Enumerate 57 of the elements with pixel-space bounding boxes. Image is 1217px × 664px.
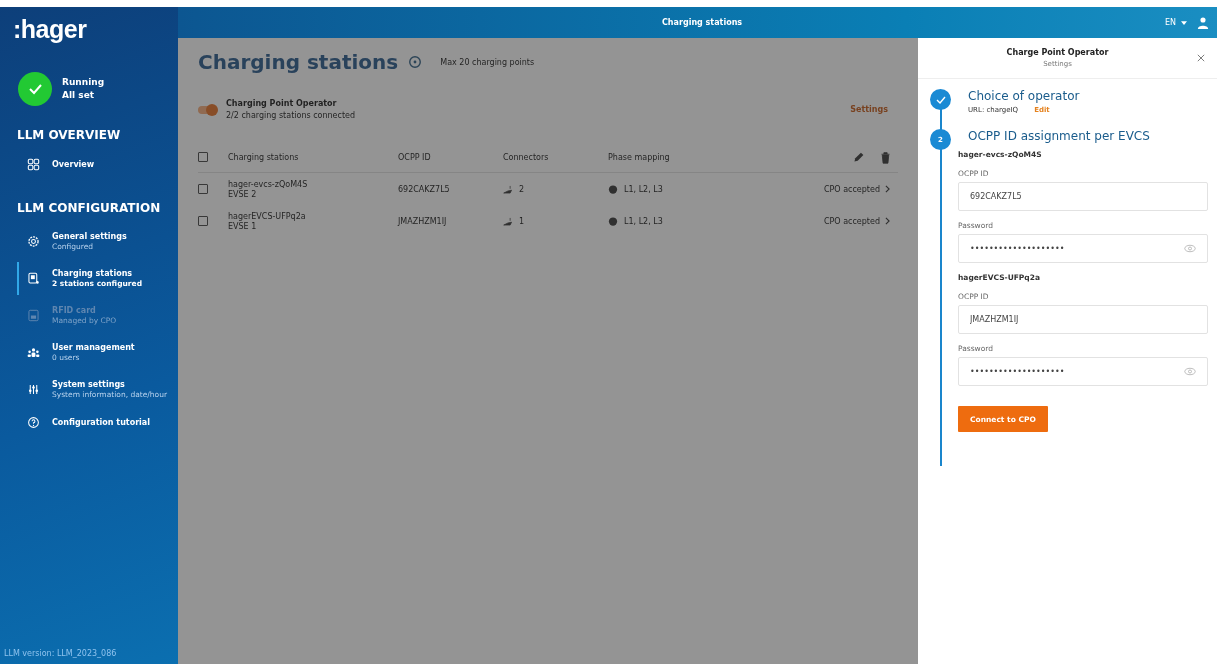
table-cell: 2	[519, 184, 525, 194]
checkbox[interactable]	[198, 152, 208, 162]
toggle-switch[interactable]	[198, 105, 216, 114]
column-header: Charging stations	[228, 152, 300, 162]
column-header: Phase mapping	[608, 152, 671, 162]
ocpp-id-field[interactable]: 692CAKZ7L5	[958, 182, 1208, 211]
evse-label: EVSE 2	[228, 189, 258, 199]
grid-icon	[27, 158, 40, 171]
status-title: Running	[62, 76, 105, 89]
nav-item[interactable]: Overview	[0, 150, 178, 179]
nav-item[interactable]: Configuration tutorial	[0, 408, 178, 437]
delete-icon[interactable]	[879, 150, 892, 164]
section-heading: LLM CONFIGURATION	[17, 201, 161, 215]
charger-icon	[27, 272, 40, 285]
logo: :hager	[13, 15, 87, 44]
station-name: hagerEVCS-UFPq2a	[228, 211, 307, 221]
password-field[interactable]: ••••••••••••••••••••	[958, 357, 1208, 386]
table-cell-text: JMAZHZM1IJ	[398, 216, 448, 226]
table-cell: L1, L2, L3	[624, 216, 663, 226]
table-cell: 1	[519, 216, 525, 226]
users-icon	[27, 346, 40, 359]
panel-title: Charge Point Operator	[1006, 48, 1109, 57]
language-selector[interactable]: EN	[1164, 18, 1187, 27]
card-icon	[27, 309, 40, 322]
table-cell: L1, L2, L3	[624, 184, 663, 194]
checkbox[interactable]	[198, 216, 208, 226]
check-circle-icon	[18, 72, 52, 106]
status-subtitle: All set	[62, 89, 96, 102]
password-field[interactable]: ••••••••••••••••••••	[958, 234, 1208, 263]
phase-icon	[608, 216, 618, 226]
edit-icon[interactable]	[852, 150, 865, 164]
column-header: Connectors	[503, 152, 550, 162]
operator-name: Charging Point Operator	[226, 99, 338, 108]
checkbox[interactable]	[198, 184, 208, 194]
step-title: Choice of operator	[968, 89, 1081, 103]
column-header: OCPP ID	[398, 152, 432, 162]
phase-icon	[608, 184, 618, 194]
gear-icon	[27, 235, 40, 248]
chevron-icon[interactable]	[885, 185, 890, 193]
page-title: Charging stations	[662, 18, 743, 27]
sliders-icon	[27, 383, 40, 396]
step-title: OCPP ID assignment per EVCS	[968, 129, 1151, 143]
close-icon[interactable]	[1197, 54, 1205, 62]
station-name: hager-evcs-zQoM4S	[228, 179, 309, 189]
status-label: CPO accepted	[823, 216, 880, 226]
user-icon[interactable]	[1197, 16, 1209, 29]
page-heading: Charging stations	[198, 50, 399, 74]
chevron-icon[interactable]	[885, 217, 890, 225]
evse-label: EVSE 1	[228, 221, 258, 231]
status-label: CPO accepted	[823, 184, 880, 194]
ocpp-id-field[interactable]: JMAZHZM1IJ	[958, 305, 1208, 334]
max-note: Max 20 charging points	[440, 57, 535, 67]
version-label: LLM version: LLM_2023_086	[4, 649, 117, 658]
section-heading: LLM OVERVIEW	[17, 128, 121, 142]
operator-status: 2/2 charging stations connected	[226, 111, 356, 120]
table-cell-text: 692CAKZ7L5	[398, 184, 451, 194]
caret-icon	[1181, 20, 1187, 25]
